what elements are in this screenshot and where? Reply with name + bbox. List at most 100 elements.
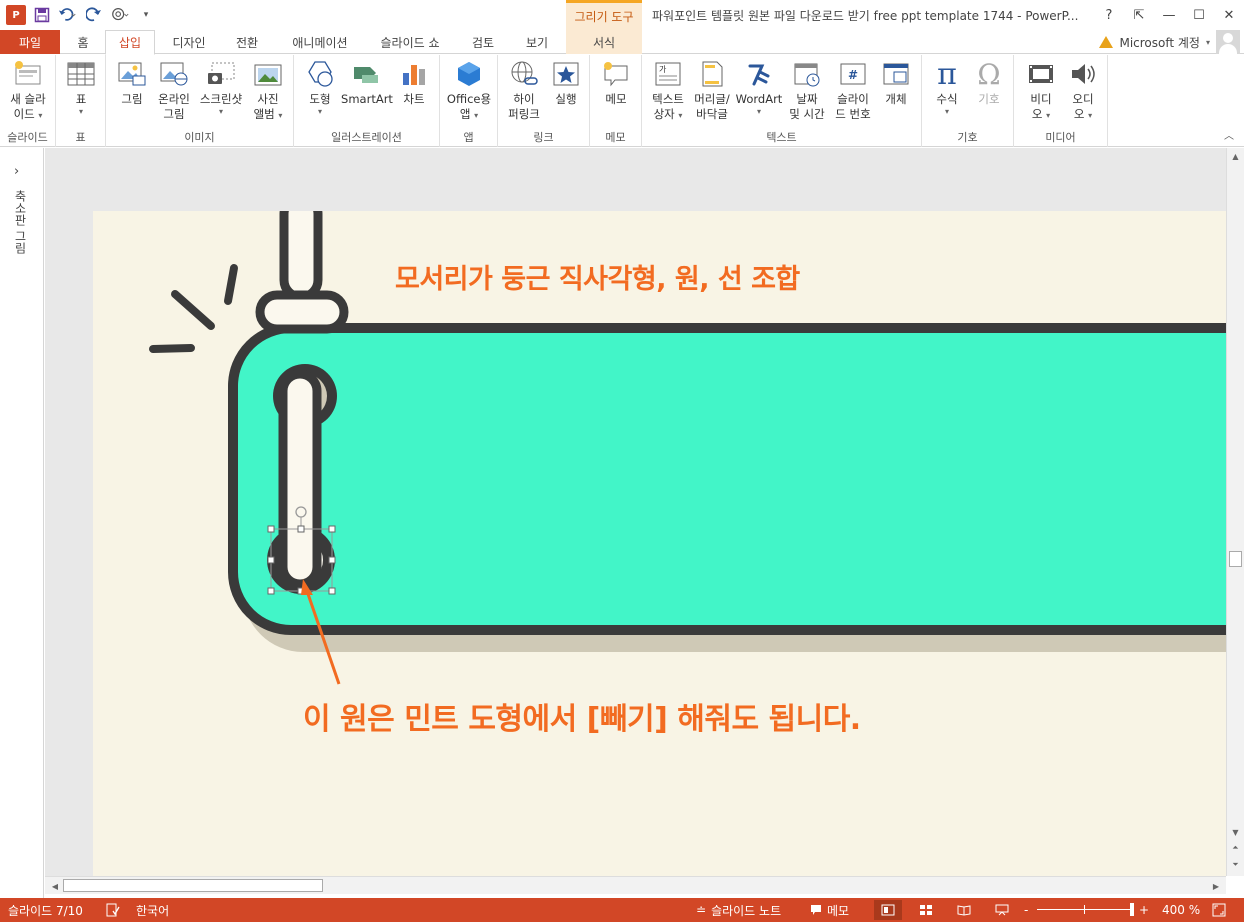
slide-heading[interactable]: 모서리가 둥근 직사각형, 원, 선 조합: [395, 257, 800, 296]
undo-icon[interactable]: [58, 5, 78, 25]
previous-slide-icon[interactable]: ⏶: [1227, 840, 1244, 856]
help-button[interactable]: ?: [1094, 0, 1124, 30]
comment-icon: [600, 58, 632, 90]
group-label-symbols: 기호: [957, 131, 978, 144]
save-icon[interactable]: [32, 5, 52, 25]
mint-rounded-rectangle[interactable]: [228, 323, 1226, 635]
powerpoint-logo-icon[interactable]: P: [6, 5, 26, 25]
tab-insert[interactable]: 삽입: [105, 30, 155, 55]
tab-slideshow[interactable]: 슬라이드 쇼: [368, 30, 452, 54]
action-button[interactable]: 실행: [546, 58, 586, 107]
scroll-down-icon[interactable]: ▼: [1227, 824, 1244, 840]
slideshow-view-icon[interactable]: [988, 900, 1016, 920]
wordart-button[interactable]: WordArt ▾: [734, 58, 784, 117]
date-time-label-2: 및 시간: [789, 107, 825, 121]
slide-number-button[interactable]: # 슬라이 드 번호: [830, 58, 876, 122]
group-images: 그림 온라인 그림 스크린샷 ▾ 사진 앨범 ▾ 이미지: [106, 55, 294, 147]
notes-icon: ≐: [696, 903, 707, 917]
vertical-scrollbar[interactable]: ▲ ▼ ⏶ ⏷: [1226, 148, 1244, 876]
slide-artwork: [149, 211, 1226, 685]
symbol-button[interactable]: Ω 기호: [968, 58, 1010, 107]
chart-button[interactable]: 차트: [394, 58, 434, 107]
wordart-icon: [743, 58, 775, 90]
text-box-button[interactable]: 가 텍스트 상자 ▾: [646, 58, 690, 122]
table-button[interactable]: 표 ▾: [62, 58, 100, 117]
tab-format[interactable]: 서식: [566, 30, 642, 54]
shapes-button[interactable]: 도형 ▾: [298, 58, 342, 117]
tab-view[interactable]: 보기: [512, 30, 562, 54]
avatar: [1216, 30, 1240, 54]
top-handle-line[interactable]: [279, 211, 323, 302]
slide-annotation[interactable]: 이 원은 민트 도형에서 [빼기] 해줘도 됩니다.: [303, 694, 861, 738]
tab-home[interactable]: 홈: [64, 30, 102, 54]
zoom-slider-thumb[interactable]: [1130, 903, 1134, 916]
group-slides: 새 슬라 이드 ▾ 슬라이드: [0, 55, 56, 147]
zoom-out-button[interactable]: -: [1024, 898, 1028, 922]
top-handle-cap[interactable]: [255, 290, 349, 334]
close-button[interactable]: ✕: [1214, 0, 1244, 30]
comments-button[interactable]: 메모: [810, 898, 849, 922]
comment-button[interactable]: 메모: [596, 58, 636, 107]
office-apps-button[interactable]: Office용 앱 ▾: [444, 58, 494, 122]
expand-thumbnails-icon[interactable]: ›: [14, 164, 19, 179]
date-time-button[interactable]: 날짜 및 시간: [784, 58, 830, 122]
tab-transitions[interactable]: 전환: [222, 30, 272, 54]
language-indicator[interactable]: 한국어: [136, 898, 169, 922]
maximize-button[interactable]: ☐: [1184, 0, 1214, 30]
tab-review[interactable]: 검토: [458, 30, 508, 54]
scroll-right-icon[interactable]: ▶: [1208, 878, 1224, 894]
ribbon-display-options-button[interactable]: ⇱: [1124, 0, 1154, 30]
zoom-level[interactable]: 400 %: [1162, 898, 1200, 922]
smartart-button[interactable]: SmartArt: [340, 58, 394, 107]
date-time-label-1: 날짜: [796, 92, 818, 106]
vertical-scroll-thumb[interactable]: [1229, 551, 1242, 567]
vertical-rod[interactable]: [278, 369, 322, 589]
zoom-in-button[interactable]: +: [1139, 898, 1149, 922]
reading-view-icon[interactable]: [950, 900, 978, 920]
horizontal-scrollbar[interactable]: ◀ ▶: [45, 876, 1226, 894]
photo-album-button[interactable]: 사진 앨범 ▾: [246, 58, 290, 122]
notes-button[interactable]: ≐ 슬라이드 노트: [696, 898, 781, 922]
picture-button[interactable]: 그림: [112, 58, 152, 107]
group-comments: 메모 메모: [590, 55, 642, 147]
touch-mode-icon[interactable]: [110, 5, 130, 25]
slide[interactable]: 모서리가 둥근 직사각형, 원, 선 조합 이 원은 민트 도형에서 [빼기] …: [93, 211, 1226, 876]
zoom-slider-track[interactable]: [1037, 909, 1133, 910]
online-pictures-button[interactable]: 온라인 그림: [152, 58, 196, 122]
slide-sorter-view-icon[interactable]: [912, 900, 940, 920]
object-button[interactable]: 개체: [876, 58, 916, 107]
resize-handle[interactable]: [328, 525, 336, 533]
window-title: 파워포인트 템플릿 원본 파일 다운로드 받기 free ppt templat…: [652, 9, 1079, 23]
fit-to-window-icon[interactable]: [1212, 898, 1226, 922]
scroll-left-icon[interactable]: ◀: [47, 878, 63, 894]
tab-file[interactable]: 파일: [0, 30, 60, 54]
next-slide-icon[interactable]: ⏷: [1227, 857, 1244, 873]
group-symbols: π 수식 ▾ Ω 기호 기호: [922, 55, 1014, 147]
minimize-button[interactable]: —: [1154, 0, 1184, 30]
header-footer-button[interactable]: 머리글/ 바닥글: [690, 58, 734, 122]
hyperlink-button[interactable]: 하이 퍼링크: [502, 58, 546, 122]
new-slide-button[interactable]: 새 슬라 이드 ▾: [4, 58, 52, 122]
resize-handle[interactable]: [267, 556, 275, 564]
collapse-ribbon-icon[interactable]: ︿: [1224, 127, 1234, 142]
equation-button[interactable]: π 수식 ▾: [926, 58, 968, 117]
spellcheck-icon[interactable]: [106, 898, 120, 922]
scroll-up-icon[interactable]: ▲: [1227, 148, 1244, 164]
customize-icon[interactable]: ▾: [136, 5, 156, 25]
tab-animations[interactable]: 애니메이션: [278, 30, 362, 54]
slide-number-icon: #: [837, 58, 869, 90]
group-label-table: 표: [75, 131, 86, 144]
account-area[interactable]: Microsoft 계정 ▾: [1099, 30, 1244, 54]
resize-handle[interactable]: [328, 587, 336, 595]
video-button[interactable]: 비디 오 ▾: [1020, 58, 1062, 122]
screenshot-button[interactable]: 스크린샷 ▾: [196, 58, 246, 117]
resize-handle[interactable]: [297, 525, 305, 533]
horizontal-scroll-thumb[interactable]: [63, 879, 323, 892]
normal-view-icon[interactable]: [874, 900, 902, 920]
audio-button[interactable]: 오디 오 ▾: [1062, 58, 1104, 122]
resize-handle[interactable]: [267, 587, 275, 595]
redo-icon[interactable]: [84, 5, 104, 25]
resize-handle[interactable]: [267, 525, 275, 533]
tab-design[interactable]: 디자인: [160, 30, 218, 54]
resize-handle[interactable]: [328, 556, 336, 564]
